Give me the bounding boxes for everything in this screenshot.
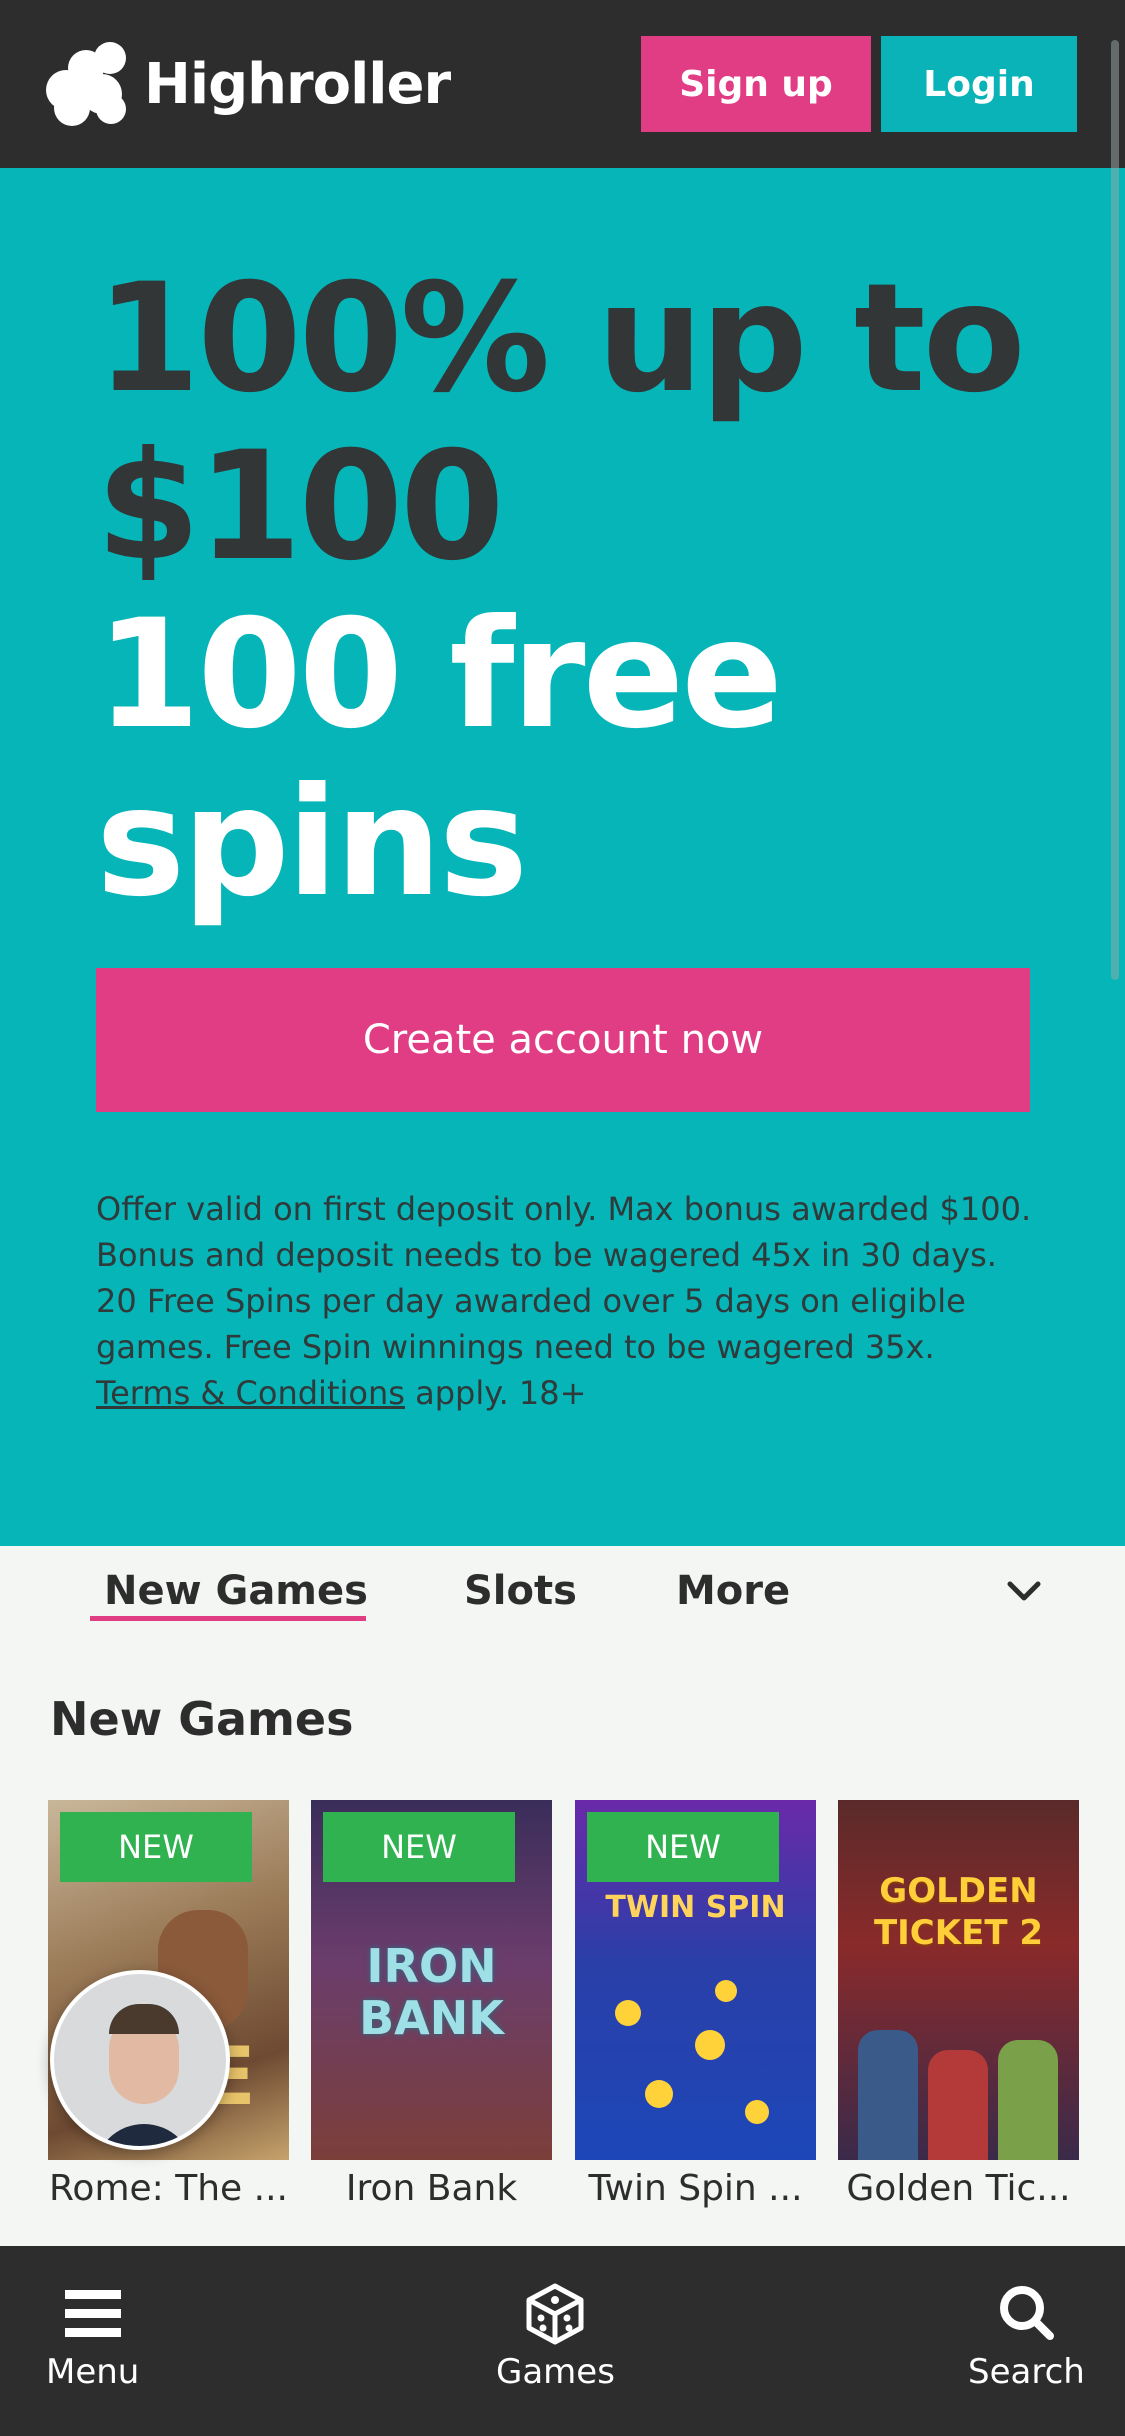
active-tab-indicator xyxy=(90,1616,366,1621)
scrollbar[interactable] xyxy=(1111,40,1119,980)
game-art-text: IRON BANK xyxy=(359,1939,504,2045)
game-title[interactable]: Golden Tic... xyxy=(838,2168,1079,2209)
hero-headline-line2: $100 xyxy=(96,420,504,594)
games-label: Games xyxy=(496,2352,615,2392)
game-card-golden-ticket[interactable]: GOLDEN TICKET 2 xyxy=(838,1800,1079,2160)
signup-button[interactable]: Sign up xyxy=(641,36,871,132)
game-card-iron-bank[interactable]: IRON BANK NEW xyxy=(311,1800,552,2160)
hero-headline-line1: 100% up to xyxy=(96,252,1026,426)
tab-slots[interactable]: Slots xyxy=(464,1568,577,1614)
search-icon xyxy=(1000,2286,1055,2340)
section-title: New Games xyxy=(50,1692,354,1746)
header: Highroller Sign up Login xyxy=(0,0,1125,168)
offer-terms: Offer valid on first deposit only. Max b… xyxy=(96,1186,1036,1416)
brand-name: Highroller xyxy=(144,51,451,117)
dice-icon xyxy=(526,2283,584,2345)
game-art-text: GOLDEN TICKET 2 xyxy=(873,1871,1044,1953)
terms-suffix: apply. 18+ xyxy=(404,1374,587,1412)
terms-link[interactable]: Terms & Conditions xyxy=(96,1374,405,1412)
hero-banner: 100% up to $100 100 free spins Create ac… xyxy=(0,168,1125,1546)
game-art-text: TWIN SPIN xyxy=(605,1890,786,1925)
offer-terms-text: Offer valid on first deposit only. Max b… xyxy=(96,1190,1032,1366)
menu-label: Menu xyxy=(46,2352,140,2392)
game-thumbnail: GOLDEN TICKET 2 xyxy=(838,1800,1079,2160)
login-button[interactable]: Login xyxy=(881,36,1077,132)
game-title[interactable]: Iron Bank xyxy=(311,2168,552,2209)
new-badge: NEW xyxy=(587,1812,779,1882)
create-account-button[interactable]: Create account now xyxy=(96,968,1030,1112)
category-tabs: New Games Slots More xyxy=(0,1546,1125,1656)
menu-icon xyxy=(64,2290,121,2337)
game-title[interactable]: Twin Spin ... xyxy=(575,2168,816,2209)
search-label: Search xyxy=(968,2352,1085,2392)
logo-icon xyxy=(46,42,128,126)
games-button[interactable]: Games xyxy=(496,2282,615,2392)
new-badge: NEW xyxy=(323,1812,515,1882)
new-badge: NEW xyxy=(60,1812,252,1882)
tab-more[interactable]: More xyxy=(676,1568,790,1614)
search-button[interactable]: Search xyxy=(968,2282,1085,2392)
bottom-navigation: Menu Games Search xyxy=(0,2246,1125,2436)
hero-headline-line3: 100 free xyxy=(96,588,783,762)
game-title[interactable]: Rome: The ... xyxy=(48,2168,289,2209)
tab-new-games[interactable]: New Games xyxy=(104,1568,368,1614)
hero-headline-line4: spins xyxy=(96,756,528,930)
game-card-twin-spin[interactable]: TWIN SPIN NEW xyxy=(575,1800,816,2160)
menu-button[interactable]: Menu xyxy=(46,2282,139,2392)
chevron-down-icon[interactable] xyxy=(1000,1568,1048,1616)
live-video-bubble[interactable] xyxy=(50,1970,230,2150)
brand-logo[interactable]: Highroller xyxy=(46,42,451,126)
